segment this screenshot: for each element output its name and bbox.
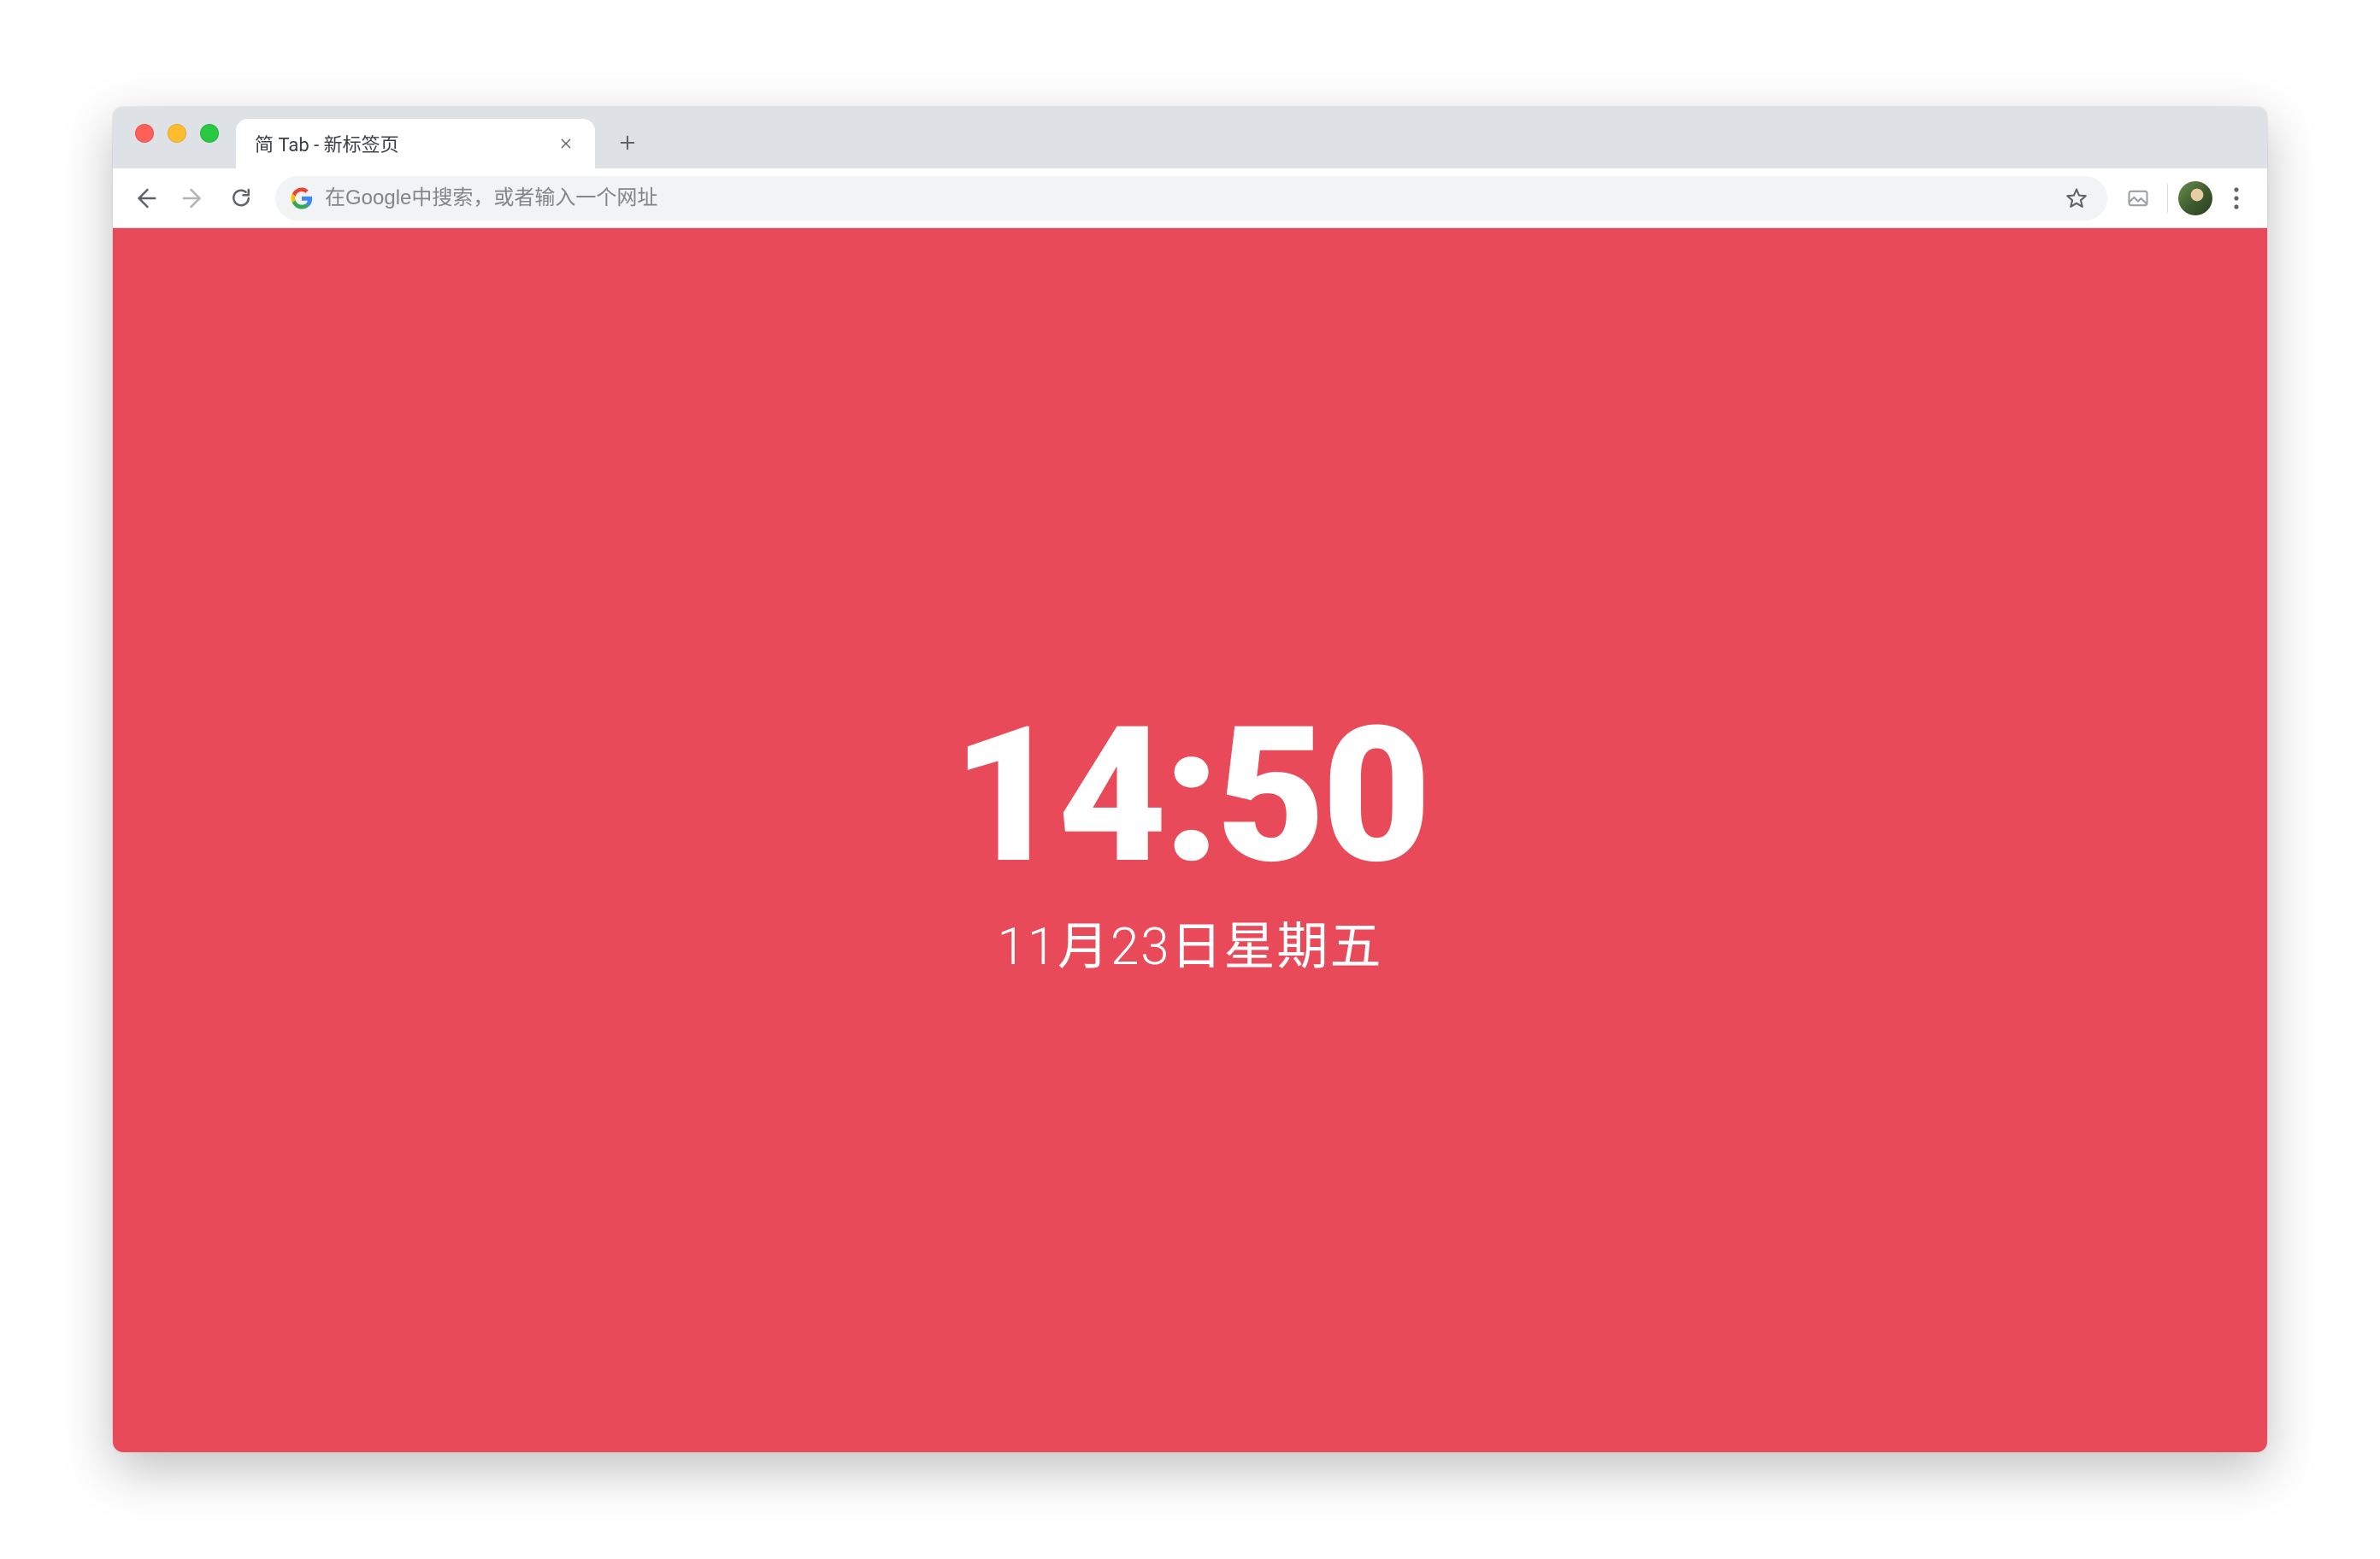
- forward-button[interactable]: [171, 176, 215, 221]
- toolbar-divider: [2167, 184, 2168, 213]
- browser-window: 简 Tab - 新标签页: [113, 107, 2267, 1452]
- new-tab-button[interactable]: [607, 122, 648, 163]
- arrow-right-icon: [180, 185, 206, 211]
- page-viewport: 14:50 11月23日星期五: [113, 228, 2267, 1452]
- screen: 简 Tab - 新标签页: [0, 0, 2380, 1559]
- date-display: 11月23日星期五: [997, 905, 1382, 980]
- reload-icon: [228, 185, 254, 211]
- tab-close-button[interactable]: [556, 133, 576, 154]
- back-button[interactable]: [123, 176, 168, 221]
- toolbar: [113, 168, 2267, 228]
- window-minimize-button[interactable]: [168, 124, 186, 143]
- profile-avatar[interactable]: [2178, 181, 2212, 215]
- kebab-menu-icon: [2233, 186, 2240, 210]
- extension-button[interactable]: [2119, 179, 2157, 217]
- google-g-icon: [291, 187, 313, 209]
- window-zoom-button[interactable]: [200, 124, 219, 143]
- omnibox[interactable]: [275, 176, 2107, 221]
- browser-tab-active[interactable]: 简 Tab - 新标签页: [236, 119, 595, 168]
- plus-icon: [618, 133, 637, 152]
- window-controls: [128, 107, 231, 168]
- bookmark-button[interactable]: [2061, 183, 2092, 214]
- arrow-left-icon: [133, 185, 158, 211]
- tab-title: 简 Tab - 新标签页: [255, 130, 556, 157]
- browser-menu-button[interactable]: [2216, 178, 2257, 219]
- reload-button[interactable]: [219, 176, 263, 221]
- star-icon: [2065, 186, 2088, 210]
- tab-strip: 简 Tab - 新标签页: [113, 107, 2267, 168]
- address-search-input[interactable]: [325, 186, 2049, 210]
- close-icon: [559, 137, 573, 150]
- clock-display: 14:50: [952, 702, 1428, 890]
- window-close-button[interactable]: [135, 124, 154, 143]
- image-icon: [2126, 186, 2150, 210]
